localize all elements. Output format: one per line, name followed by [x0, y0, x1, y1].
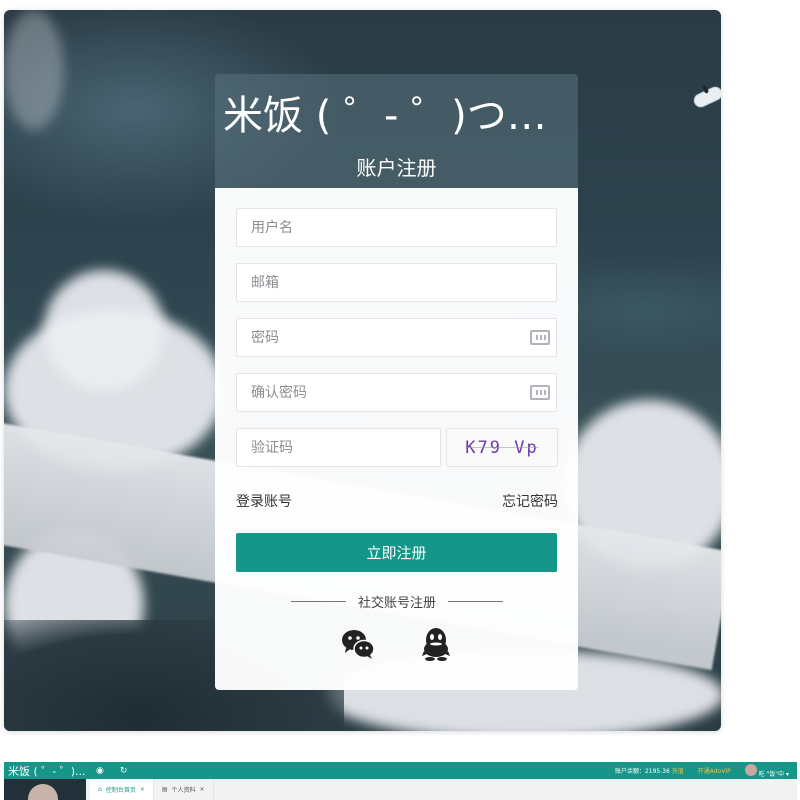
captcha-field-box	[236, 428, 441, 467]
social-divider: 社交账号注册	[236, 592, 558, 611]
close-icon[interactable]: ×	[140, 786, 145, 793]
email-input[interactable]	[237, 264, 556, 301]
balance-value: 2195.36	[644, 768, 670, 775]
chevron-down-icon: ▾	[785, 770, 789, 778]
register-panel: 米饭 ( ゜- ゜)つロ... 账户注册 K79 Vp 登录账号 忘记密码 立即…	[215, 74, 578, 690]
dashboard-tabs: ⌂ 控制台首页 × ▤ 个人资料 ×	[90, 779, 214, 800]
login-link[interactable]: 登录账号	[236, 487, 292, 533]
divider-line	[290, 601, 346, 602]
confirm-password-field-box	[236, 373, 557, 412]
user-menu[interactable]: 吃 "饭"中 ▾	[744, 763, 789, 778]
snow-tree-top	[44, 270, 164, 390]
header-icons: ◉ ↻	[96, 766, 127, 776]
avatar	[28, 784, 58, 800]
dashboard-preview: 米饭 ( ゜- ゜)... ◉ ↻ 账户余额：2195.36 充值 开通AdoV…	[4, 762, 797, 800]
panel-header: 米饭 ( ゜- ゜)つロ... 账户注册	[215, 74, 578, 188]
refresh-icon[interactable]: ↻	[120, 766, 128, 776]
social-label: 社交账号注册	[357, 596, 436, 611]
vip-link[interactable]: 开通AdoVIP	[698, 766, 731, 775]
header-right: 账户余额：2195.36 充值 开通AdoVIP 吃 "饭"中 ▾	[615, 762, 789, 779]
register-button[interactable]: 立即注册	[236, 533, 557, 572]
document-icon: ▤	[161, 786, 168, 793]
captcha-row: K79 Vp	[236, 428, 558, 467]
register-form: K79 Vp 登录账号 忘记密码 立即注册 社交账号注册	[215, 188, 578, 690]
social-icons	[236, 625, 558, 663]
tab-profile[interactable]: ▤ 个人资料 ×	[154, 779, 214, 800]
ice-top-left	[4, 10, 64, 130]
tab-label: 个人资料	[171, 787, 196, 794]
dashboard-sidebar	[4, 779, 86, 800]
keyboard-icon[interactable]	[530, 330, 550, 345]
home-icon: ⌂	[98, 786, 102, 793]
page-subtitle: 账户注册	[356, 156, 437, 180]
recharge-link[interactable]: 充值	[672, 768, 684, 775]
paddle-board-icon	[691, 84, 721, 110]
password-input[interactable]	[237, 319, 556, 356]
tab-console-home[interactable]: ⌂ 控制台首页 ×	[90, 779, 154, 800]
username-input[interactable]	[237, 209, 556, 246]
wechat-icon[interactable]	[339, 625, 377, 663]
confirm-password-input[interactable]	[237, 374, 556, 411]
avatar	[744, 763, 757, 776]
divider-line	[448, 601, 503, 602]
captcha-input[interactable]	[237, 429, 440, 466]
qq-icon[interactable]	[417, 625, 455, 663]
keyboard-icon[interactable]	[530, 385, 550, 400]
balance-label: 账户余额：	[614, 768, 645, 775]
captcha-image[interactable]: K79 Vp	[446, 428, 558, 467]
form-links: 登录账号 忘记密码	[236, 483, 558, 533]
email-field-box	[236, 263, 557, 302]
username-field-box	[236, 208, 557, 247]
balance-info: 账户余额：2195.36 充值	[615, 766, 684, 775]
bullseye-icon[interactable]: ◉	[96, 766, 104, 776]
close-icon[interactable]: ×	[200, 786, 205, 793]
site-title: 米饭 ( ゜- ゜)つロ...	[223, 93, 578, 136]
user-name: 吃 "饭"中	[758, 770, 785, 778]
forgot-password-link[interactable]: 忘记密码	[502, 487, 558, 533]
tab-label: 控制台首页	[105, 787, 136, 794]
password-field-box	[236, 318, 557, 357]
dashboard-header: 米饭 ( ゜- ゜)... ◉ ↻ 账户余额：2195.36 充值 开通AdoV…	[4, 762, 797, 779]
dashboard-title: 米饭 ( ゜- ゜)...	[8, 764, 86, 778]
